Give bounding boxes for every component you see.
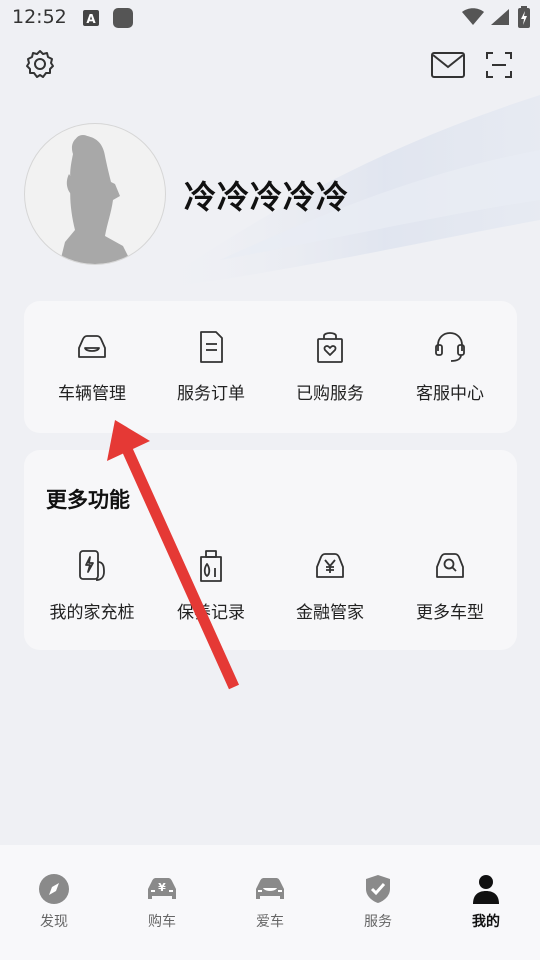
scan-icon	[484, 50, 514, 84]
home-charger-button[interactable]: 我的家充桩	[32, 548, 152, 623]
nav-my-car[interactable]: 爱车	[225, 873, 315, 931]
more-features-card: 更多功能 我的家充桩 保养记录 金融管家 更多车型	[24, 450, 517, 650]
messages-button[interactable]	[430, 52, 466, 82]
nav-label: 爱车	[256, 914, 284, 930]
avatar[interactable]	[24, 123, 166, 265]
nav-buy-car[interactable]: ¥ 购车	[117, 873, 207, 931]
feature-label: 我的家充桩	[49, 603, 135, 623]
section-title: 更多功能	[46, 488, 130, 512]
car-finance-icon	[312, 548, 348, 584]
feature-label: 保养记录	[177, 603, 245, 623]
quick-actions-card: 车辆管理 服务订单 已购服务 客服中心	[24, 301, 517, 433]
nav-label: 发现	[40, 914, 68, 930]
feature-label: 更多车型	[416, 603, 484, 623]
svg-text:A: A	[86, 12, 96, 26]
settings-button[interactable]	[22, 48, 58, 84]
car-purchase-icon: ¥	[146, 873, 178, 905]
charging-pile-icon	[74, 548, 110, 584]
headset-icon	[432, 329, 468, 365]
status-time: 12:52	[12, 6, 67, 28]
svg-text:¥: ¥	[158, 881, 166, 894]
shield-check-icon	[362, 873, 394, 905]
car-search-icon	[432, 548, 468, 584]
quick-action-label: 车辆管理	[58, 384, 126, 404]
finance-manager-button[interactable]: 金融管家	[270, 548, 390, 623]
quick-action-label: 服务订单	[177, 384, 245, 404]
wifi-icon	[462, 8, 484, 30]
vehicle-management-button[interactable]: 车辆管理	[32, 329, 152, 404]
quick-action-label: 已购服务	[296, 384, 364, 404]
app-square-icon	[112, 7, 134, 33]
username[interactable]: 冷冷冷冷冷	[184, 172, 349, 218]
nav-label: 购车	[148, 914, 176, 930]
nav-discover[interactable]: 发现	[9, 873, 99, 931]
feature-label: 金融管家	[296, 603, 364, 623]
status-bar: 12:52 A	[0, 0, 540, 36]
compass-icon	[38, 873, 70, 905]
scan-button[interactable]	[482, 50, 516, 84]
nav-label: 我的	[472, 914, 500, 930]
gear-icon	[24, 48, 56, 84]
service-orders-button[interactable]: 服务订单	[151, 329, 271, 404]
bottom-nav: 发现 ¥ 购车 爱车 服务 我的	[0, 845, 540, 960]
signal-icon	[490, 8, 510, 30]
document-icon	[193, 329, 229, 365]
oil-can-icon	[193, 548, 229, 584]
quick-action-label: 客服中心	[416, 384, 484, 404]
nav-service[interactable]: 服务	[333, 873, 423, 931]
notification-a-icon: A	[82, 9, 100, 31]
mail-icon	[431, 52, 465, 82]
nav-me[interactable]: 我的	[441, 873, 531, 931]
battery-charging-icon	[518, 6, 530, 32]
nav-label: 服务	[364, 914, 392, 930]
maintenance-records-button[interactable]: 保养记录	[151, 548, 271, 623]
car-icon	[74, 329, 110, 365]
person-icon	[470, 873, 502, 905]
shopping-bag-icon	[312, 329, 348, 365]
my-car-icon	[254, 873, 286, 905]
customer-service-button[interactable]: 客服中心	[390, 329, 510, 404]
purchased-services-button[interactable]: 已购服务	[270, 329, 390, 404]
more-models-button[interactable]: 更多车型	[390, 548, 510, 623]
